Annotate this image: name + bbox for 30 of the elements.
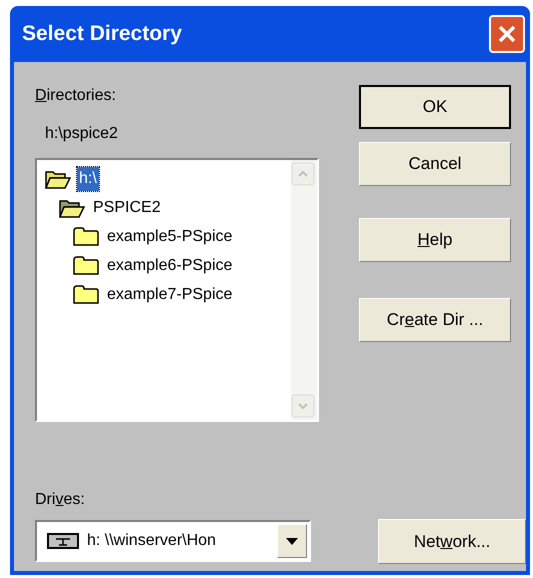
current-path: h:\pspice2 <box>45 124 118 144</box>
scroll-up-icon[interactable] <box>291 162 315 186</box>
directory-item[interactable]: example6-PSpice <box>105 254 234 278</box>
dialog-button[interactable]: Cancel <box>359 142 511 186</box>
directory-item[interactable]: example5-PSpice <box>105 224 234 248</box>
directories-label: Directories: <box>35 86 116 106</box>
open-folder-icon <box>59 198 85 218</box>
network-drive-icon <box>47 532 79 550</box>
network-button[interactable]: Network... <box>378 519 526 564</box>
directory-item[interactable]: PSPICE2 <box>91 196 163 220</box>
caret-icon <box>286 538 298 544</box>
dropdown-button[interactable] <box>277 524 307 558</box>
directory-list[interactable]: h:\ PSPICE2 example5-PSpice example6-PSpice example7-PSpice <box>35 158 319 422</box>
scrollbar[interactable] <box>291 160 317 420</box>
folder-icon <box>73 256 99 276</box>
folder-icon <box>73 284 99 304</box>
close-icon <box>497 24 517 44</box>
drive-dropdown[interactable]: h: \\winserver\Hon <box>35 520 311 562</box>
open-folder-icon <box>45 168 71 188</box>
window-title: Select Directory <box>22 21 182 48</box>
directory-item[interactable]: example7-PSpice <box>105 282 234 306</box>
dialog-button[interactable]: Help <box>359 218 511 262</box>
scroll-down-icon[interactable] <box>291 394 315 418</box>
close-button[interactable] <box>489 15 525 53</box>
directory-item[interactable]: h:\ <box>77 166 99 190</box>
dialog-button[interactable]: Create Dir ... <box>359 298 511 342</box>
folder-icon <box>73 226 99 246</box>
drives-label: Drives: <box>35 490 85 510</box>
drive-value: h: \\winserver\Hon <box>87 531 217 551</box>
dialog-button[interactable]: OK <box>359 85 511 129</box>
